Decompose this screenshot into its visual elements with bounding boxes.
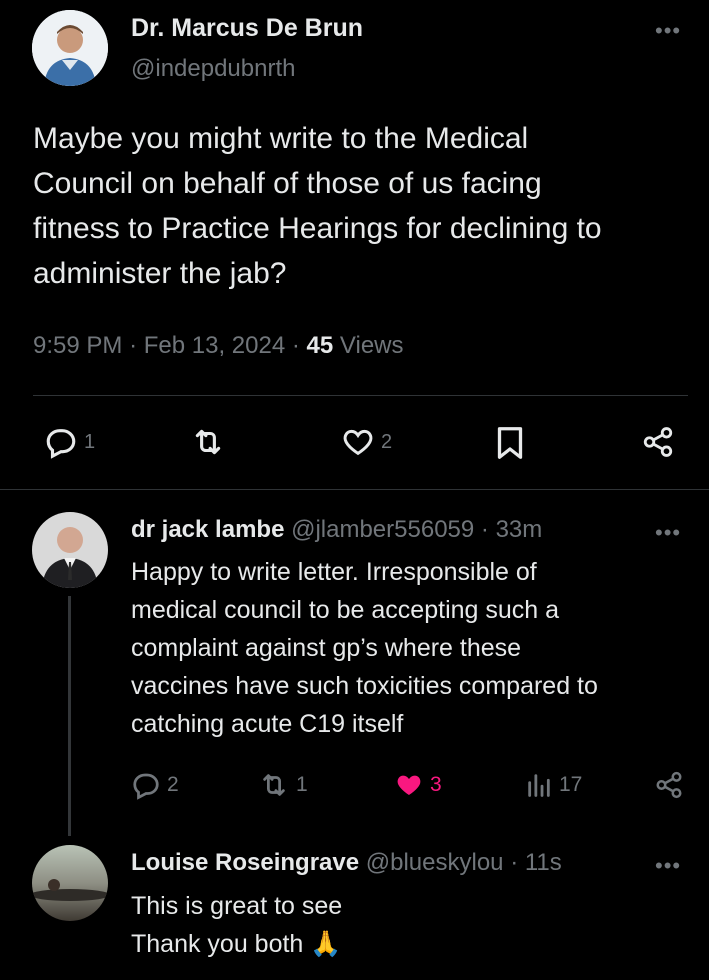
- reply-button[interactable]: 2: [131, 770, 179, 800]
- share-icon: [640, 425, 676, 459]
- like-count: 2: [381, 430, 393, 453]
- more-icon[interactable]: •••: [655, 520, 681, 546]
- views-count: 17: [559, 773, 583, 796]
- like-icon: [341, 425, 375, 459]
- share-icon: [654, 770, 684, 800]
- meta-separator: ·: [129, 332, 138, 359]
- more-icon[interactable]: •••: [655, 18, 681, 44]
- divider: [33, 395, 688, 396]
- post-date[interactable]: Feb 13, 2024: [144, 332, 285, 359]
- bookmark-icon: [495, 425, 525, 461]
- reply-icon: [44, 425, 78, 459]
- reply-text-line: Happy to write letter. Irresponsible of: [131, 558, 537, 586]
- author-handle[interactable]: @indepdubnrth: [131, 55, 295, 83]
- repost-icon: [190, 425, 226, 459]
- author-name[interactable]: Dr. Marcus De Brun: [131, 14, 363, 43]
- repost-count: 1: [296, 773, 308, 796]
- share-button[interactable]: [640, 425, 676, 459]
- bookmark-button[interactable]: [495, 425, 525, 461]
- post-text-line: Maybe you might write to the Medical: [33, 122, 529, 155]
- more-icon[interactable]: •••: [655, 853, 681, 879]
- like-count: 3: [430, 773, 442, 796]
- views-button[interactable]: 17: [525, 770, 582, 800]
- reply-text-line: This is great to see: [131, 892, 343, 920]
- post-text-line: administer the jab?: [33, 257, 287, 290]
- share-button[interactable]: [654, 770, 684, 800]
- reply-icon: [131, 770, 161, 800]
- reply-text: Happy to write letter. Irresponsible of …: [131, 553, 598, 743]
- meta-separator: ·: [480, 516, 489, 543]
- reply-text-line: medical council to be accepting such a: [131, 596, 560, 624]
- avatar-louise[interactable]: [32, 845, 108, 921]
- repost-button[interactable]: [190, 425, 226, 459]
- like-button[interactable]: 2: [341, 425, 392, 459]
- reply-header: Louise Roseingrave @blueskylou · 11s: [131, 849, 646, 877]
- thread-line: [68, 596, 71, 836]
- reply-text-line: complaint against gp’s where these: [131, 634, 522, 662]
- author-handle[interactable]: @jlamber556059: [291, 516, 474, 543]
- views-label[interactable]: Views: [340, 332, 404, 359]
- divider: [0, 489, 709, 490]
- praying-hands-emoji: 🙏: [310, 930, 342, 958]
- author-name[interactable]: Louise Roseingrave: [131, 849, 359, 876]
- reply-header: dr jack lambe @jlamber556059 · 33m: [131, 516, 646, 544]
- repost-button[interactable]: 1: [258, 770, 308, 800]
- avatar-marcus[interactable]: [32, 10, 108, 86]
- meta-separator: ·: [510, 849, 519, 876]
- reply-text-line: catching acute C19 itself: [131, 710, 404, 738]
- avatar-jack[interactable]: [32, 512, 108, 588]
- author-handle[interactable]: @blueskylou: [366, 849, 504, 876]
- reply-text-line: Thank you both: [131, 930, 304, 958]
- views-count[interactable]: 45: [307, 332, 334, 359]
- reply-text-line: vaccines have such toxicities compared t…: [131, 672, 598, 700]
- post-meta: 9:59 PM · Feb 13, 2024 · 45 Views: [33, 332, 404, 360]
- reply-time[interactable]: 33m: [496, 516, 543, 543]
- reply-button[interactable]: 1: [44, 425, 95, 459]
- author-name[interactable]: dr jack lambe: [131, 516, 284, 543]
- reply-text: This is great to see Thank you both 🙏: [131, 887, 342, 963]
- meta-separator: ·: [291, 332, 300, 359]
- post-text-line: Council on behalf of those of us facing: [33, 167, 542, 200]
- reply-count: 2: [167, 773, 179, 796]
- like-icon: [394, 770, 424, 800]
- reply-time[interactable]: 11s: [525, 849, 562, 876]
- reply-text-line: Thank you both 🙏: [131, 925, 342, 963]
- repost-icon: [258, 770, 290, 800]
- like-button[interactable]: 3: [394, 770, 442, 800]
- post-time[interactable]: 9:59 PM: [33, 332, 122, 359]
- reply-count: 1: [84, 430, 96, 453]
- post-text-line: fitness to Practice Hearings for declini…: [33, 212, 602, 245]
- views-icon: [525, 770, 553, 800]
- post-text: Maybe you might write to the Medical Cou…: [33, 116, 602, 296]
